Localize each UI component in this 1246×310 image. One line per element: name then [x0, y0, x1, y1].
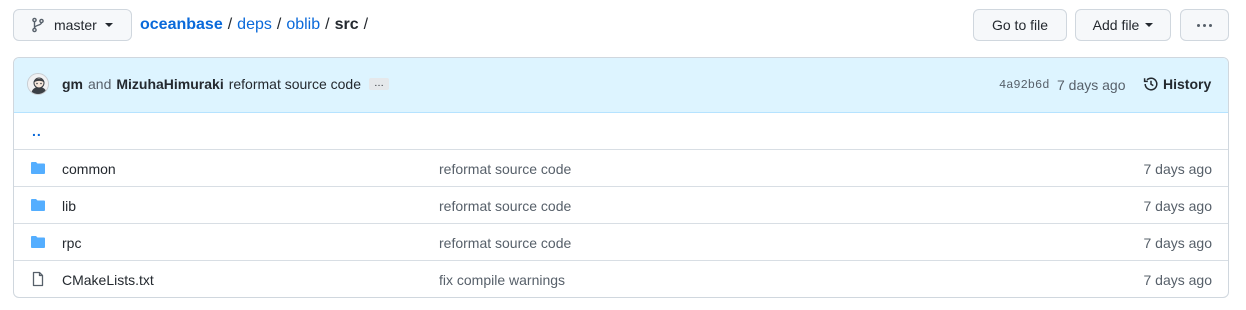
commit-and-text: and: [88, 76, 112, 92]
folder-icon: [30, 234, 46, 250]
file-navigation: master oceanbase / deps / oblib / src / …: [13, 9, 1229, 41]
breadcrumb: oceanbase / deps / oblib / src /: [140, 9, 373, 41]
breadcrumb-repo-link[interactable]: oceanbase: [140, 16, 223, 34]
breadcrumb-link-deps[interactable]: deps: [237, 16, 272, 34]
breadcrumb-separator: /: [363, 16, 369, 33]
file-commit-message-link[interactable]: fix compile warnings: [439, 272, 565, 288]
breadcrumb-separator: /: [325, 16, 330, 33]
folder-icon: [30, 160, 46, 176]
file-commit-message-link[interactable]: reformat source code: [439, 198, 571, 214]
chevron-down-icon: [104, 23, 113, 27]
commit-author-link[interactable]: MizuhaHimuraki: [116, 76, 223, 92]
file-commit-message-link[interactable]: reformat source code: [439, 161, 571, 177]
history-label: History: [1163, 76, 1212, 92]
expand-commit-message-button[interactable]: …: [369, 78, 390, 90]
file-name-link[interactable]: CMakeLists.txt: [62, 272, 154, 288]
file-commit-message-link[interactable]: reformat source code: [439, 235, 571, 251]
commit-message-link[interactable]: reformat source code: [229, 76, 361, 92]
file-age: 7 days ago: [1143, 161, 1213, 177]
branch-name: master: [54, 17, 97, 33]
latest-commit-bar: gm and MizuhaHimuraki reformat source co…: [14, 58, 1228, 113]
file-list: gm and MizuhaHimuraki reformat source co…: [13, 57, 1229, 298]
avatar[interactable]: [27, 73, 49, 95]
breadcrumb-separator: /: [227, 16, 233, 33]
file-icon: [30, 271, 46, 287]
add-file-button[interactable]: Add file: [1075, 9, 1171, 41]
more-options-button[interactable]: [1180, 9, 1229, 41]
breadcrumb-separator: /: [276, 16, 282, 33]
commit-summary: gm and MizuhaHimuraki reformat source co…: [62, 76, 390, 92]
folder-icon: [30, 197, 46, 213]
kebab-horizontal-icon: [1197, 23, 1212, 27]
table-row[interactable]: CMakeLists.txt fix compile warnings 7 da…: [14, 260, 1228, 297]
add-file-label: Add file: [1092, 17, 1140, 33]
history-icon: [1143, 76, 1159, 92]
parent-directory-link[interactable]: ..: [32, 123, 42, 139]
go-to-file-label: Go to file: [991, 17, 1049, 33]
file-name-link[interactable]: common: [62, 161, 116, 177]
commit-author-link[interactable]: gm: [62, 76, 83, 92]
table-row[interactable]: common reformat source code 7 days ago: [14, 149, 1228, 186]
table-row[interactable]: rpc reformat source code 7 days ago: [14, 223, 1228, 260]
git-branch-icon: [30, 17, 46, 33]
file-name-link[interactable]: lib: [62, 198, 76, 214]
file-name-link[interactable]: rpc: [62, 235, 81, 251]
branch-select-button[interactable]: master: [13, 9, 132, 41]
file-age: 7 days ago: [1143, 198, 1213, 214]
commit-time: 7 days ago: [1057, 77, 1126, 93]
chevron-down-icon: [1145, 23, 1154, 27]
parent-directory-row[interactable]: ..: [14, 113, 1228, 149]
file-age: 7 days ago: [1143, 235, 1213, 251]
breadcrumb-link-oblib[interactable]: oblib: [286, 16, 320, 34]
table-row[interactable]: lib reformat source code 7 days ago: [14, 186, 1228, 223]
file-age: 7 days ago: [1143, 272, 1213, 288]
go-to-file-button[interactable]: Go to file: [973, 9, 1067, 41]
breadcrumb-current: src: [334, 16, 359, 33]
history-link[interactable]: History: [1143, 76, 1211, 92]
commit-sha-link[interactable]: 4a92b6d: [999, 78, 1049, 92]
